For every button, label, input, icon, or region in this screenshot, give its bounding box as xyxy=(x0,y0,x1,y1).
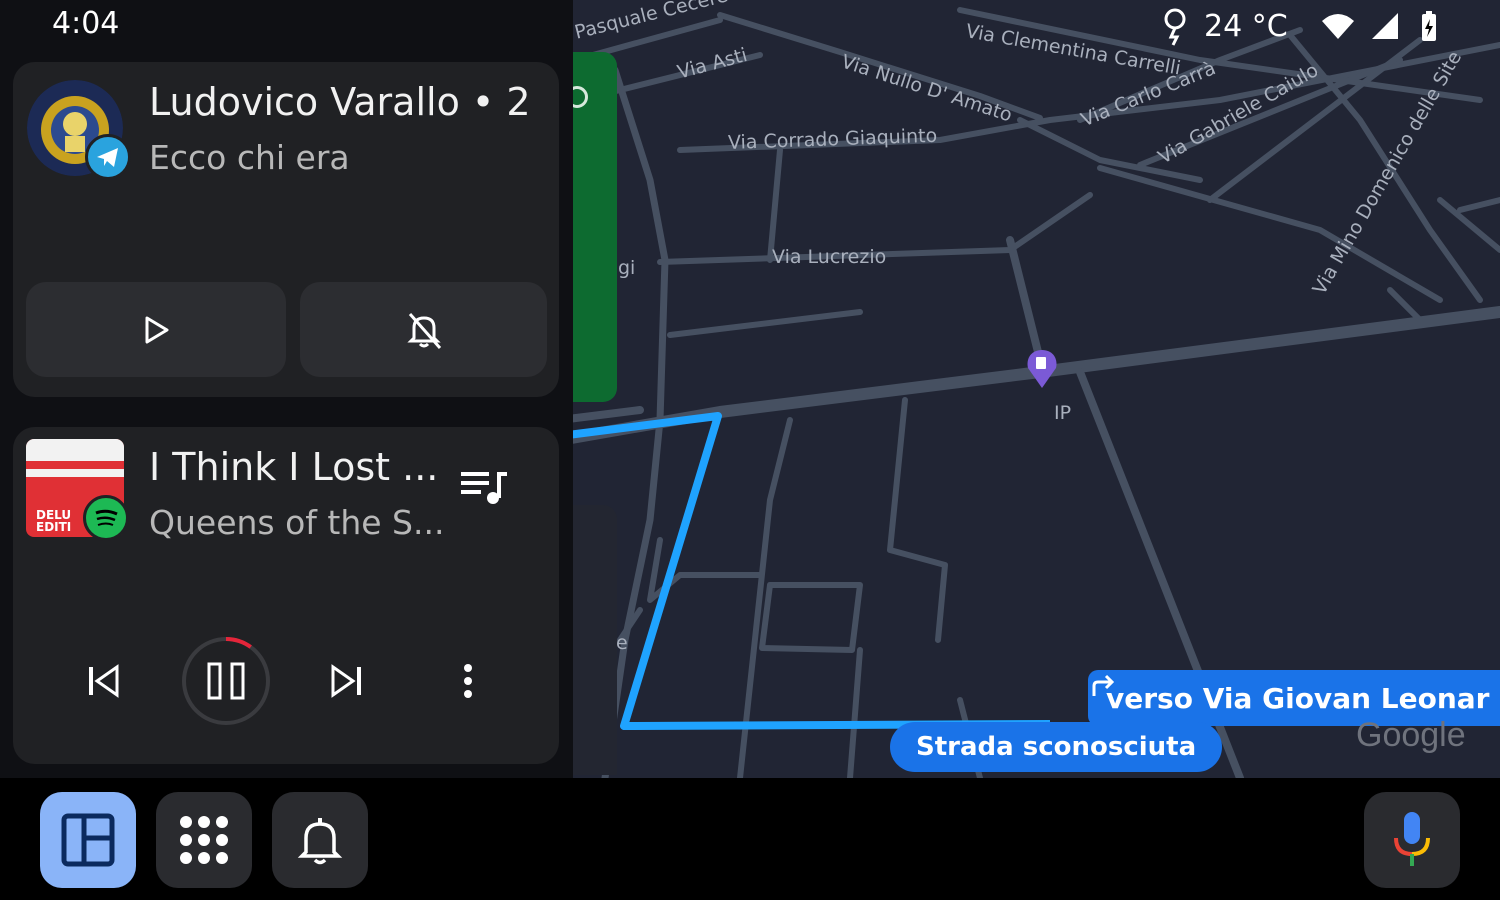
next-track-button[interactable] xyxy=(315,649,379,713)
turn-instruction-text: verso Via Giovan Leonar xyxy=(1106,681,1490,715)
play-icon xyxy=(145,316,169,343)
turn-right-icon xyxy=(1092,674,1115,696)
dashboard-icon xyxy=(61,813,115,867)
more-vert-icon xyxy=(464,664,472,698)
mute-conversation-button[interactable] xyxy=(300,282,547,377)
next-icon xyxy=(331,664,361,698)
media-player-card[interactable]: DELU EDITI I Think I Lost ... Queens of … xyxy=(13,427,559,764)
launcher-dock xyxy=(0,778,1500,900)
telegram-icon xyxy=(85,134,131,180)
current-street-name: Strada sconosciuta xyxy=(916,732,1197,762)
temperature: 24 °C xyxy=(1204,8,1288,44)
google-assistant-button[interactable] xyxy=(1364,792,1460,888)
battery-charging-icon xyxy=(1421,11,1436,41)
more-options-button[interactable] xyxy=(443,649,493,713)
street-label: gi xyxy=(618,257,636,279)
pause-icon xyxy=(182,637,270,725)
route-line xyxy=(559,412,1051,730)
queue-music-icon xyxy=(461,472,507,504)
notifications-bell-icon xyxy=(297,818,343,865)
previous-icon xyxy=(89,664,119,698)
track-title: I Think I Lost ... xyxy=(149,445,439,489)
mute-notifications-icon xyxy=(406,312,441,349)
app-grid-icon xyxy=(180,816,228,864)
notifications-button[interactable] xyxy=(272,792,368,888)
street-label: e xyxy=(616,632,628,654)
google-logo: Google xyxy=(1356,716,1466,754)
clock: 4:04 xyxy=(52,6,120,41)
poi-label: IP xyxy=(1054,402,1072,424)
assistant-mic-icon xyxy=(1394,812,1430,866)
play-message-button[interactable] xyxy=(26,282,286,377)
play-pause-button[interactable] xyxy=(179,634,273,728)
dashboard-panel: 4:04 Ludovico Varallo • 2 Ecco chi era D… xyxy=(0,0,573,778)
app-launcher-button[interactable] xyxy=(156,792,252,888)
message-sender: Ludovico Varallo • 2 xyxy=(149,80,531,124)
fuel-station-pin xyxy=(1027,350,1057,388)
status-indicators: 24 °C xyxy=(1160,4,1438,48)
current-street-pill: Strada sconosciuta xyxy=(890,722,1223,772)
track-artist: Queens of the S... xyxy=(149,503,445,542)
dashboard-button[interactable] xyxy=(40,792,136,888)
spotify-icon xyxy=(83,495,129,541)
message-preview: Ecco chi era xyxy=(149,138,350,177)
weather-thunderstorm-icon xyxy=(1164,8,1186,46)
street-label: Via Lucrezio xyxy=(772,246,887,268)
cellular-signal-icon xyxy=(1371,13,1398,39)
wifi-icon xyxy=(1321,14,1354,39)
queue-button[interactable] xyxy=(457,463,513,513)
message-notification-card[interactable]: Ludovico Varallo • 2 Ecco chi era xyxy=(13,62,559,397)
previous-track-button[interactable] xyxy=(71,649,135,713)
